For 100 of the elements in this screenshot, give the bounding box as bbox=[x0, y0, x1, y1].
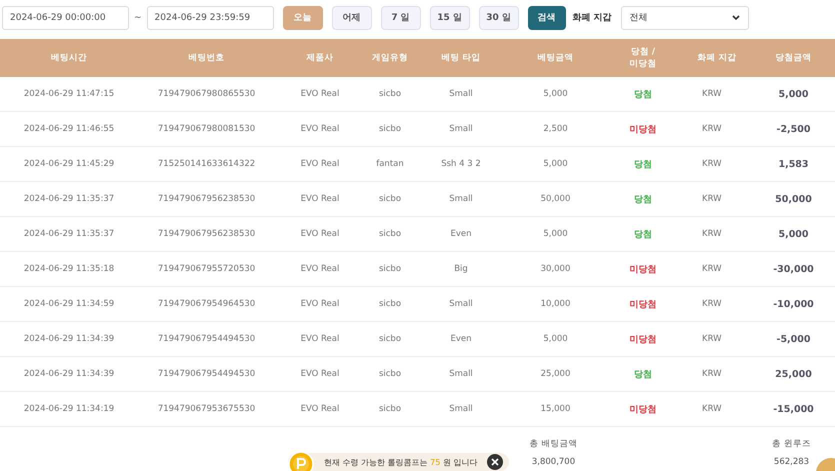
table-cell-text: KRW bbox=[701, 229, 723, 239]
column-header: 베팅시간 bbox=[50, 52, 88, 64]
table-cell-text: 5,000 bbox=[542, 89, 569, 99]
column-header: 베팅번호 bbox=[188, 52, 226, 64]
table-cell-text: 15,000 bbox=[540, 404, 572, 414]
column-header: 제품사 bbox=[306, 52, 334, 64]
table-cell-text: Small bbox=[448, 369, 474, 379]
table-cell-text: sicbo bbox=[378, 334, 402, 344]
total-winloss-value: 562,283 bbox=[774, 457, 810, 467]
end-date-field[interactable]: 2024-06-29 23:59:59 bbox=[146, 6, 274, 30]
table-cell-text: 1,583 bbox=[777, 158, 810, 170]
table-cell-text: 5,000 bbox=[542, 159, 569, 169]
table-cell-text: KRW bbox=[701, 194, 723, 204]
table-cell-text: 719479067980081530 bbox=[156, 124, 256, 134]
table-cell-text: Small bbox=[448, 404, 474, 414]
table-cell-text: Small bbox=[448, 124, 474, 134]
table-cell-text: EVO Real bbox=[300, 334, 340, 344]
table-cell-text: Even bbox=[449, 229, 473, 239]
result-status: 미당첨 bbox=[628, 264, 658, 276]
table-cell-text: -30,000 bbox=[772, 264, 815, 274]
table-cell-text: sicbo bbox=[378, 404, 402, 414]
date-separator: ~ bbox=[134, 12, 142, 22]
column-header: 당첨 / 미당첨 bbox=[628, 46, 658, 70]
table-cell-text: EVO Real bbox=[300, 194, 340, 204]
table-cell-text: 50,000 bbox=[774, 194, 813, 204]
table-cell-text: Even bbox=[449, 334, 473, 344]
table-cell-text: 2024-06-29 11:34:39 bbox=[22, 369, 116, 379]
table-cell-text: EVO Real bbox=[300, 299, 340, 309]
table-cell-text: 719479067980865530 bbox=[156, 89, 256, 99]
table-cell-text: 2024-06-29 11:47:15 bbox=[22, 89, 116, 99]
result-status: 당첨 bbox=[633, 194, 653, 206]
table-cell-text: 719479067956238530 bbox=[156, 229, 256, 239]
table-cell-text: 719479067953675530 bbox=[156, 404, 256, 414]
result-status: 미당첨 bbox=[628, 404, 658, 416]
table-cell-text: 50,000 bbox=[540, 194, 572, 204]
table-cell-text: 2024-06-29 11:34:59 bbox=[22, 299, 116, 309]
toast-message: 현재 수령 가능한 롤링콤프는 75 원 입니다 bbox=[324, 456, 478, 468]
table-cell-text: 2024-06-29 11:46:55 bbox=[22, 124, 116, 134]
table-cell-text: 2024-06-29 11:45:29 bbox=[22, 159, 116, 169]
column-header: 당첨금액 bbox=[774, 52, 812, 64]
table-cell-text: EVO Real bbox=[300, 159, 340, 169]
result-status: 당첨 bbox=[633, 88, 653, 100]
table-cell-text: KRW bbox=[701, 299, 723, 309]
table-cell-text: EVO Real bbox=[300, 89, 340, 99]
table-cell-text: 2024-06-29 11:34:19 bbox=[22, 404, 116, 414]
start-date-field[interactable]: 2024-06-29 00:00:00 bbox=[2, 6, 129, 30]
table-cell-text: EVO Real bbox=[300, 404, 340, 414]
table-cell-text: 2024-06-29 11:35:18 bbox=[22, 264, 116, 274]
table-cell-text: KRW bbox=[701, 334, 723, 344]
column-header: 베팅 타입 bbox=[440, 52, 482, 64]
result-status: 미당첨 bbox=[628, 334, 658, 346]
table-cell-text: 5,000 bbox=[777, 88, 810, 100]
total-winloss-label: 총 윈루즈 bbox=[772, 438, 811, 450]
result-status: 당첨 bbox=[633, 228, 653, 240]
table-cell-text: EVO Real bbox=[300, 124, 340, 134]
table-cell-text: KRW bbox=[701, 159, 723, 169]
table-cell-text: KRW bbox=[701, 264, 723, 274]
table-cell-text: sicbo bbox=[378, 229, 402, 239]
search-button[interactable]: 검색 bbox=[528, 6, 566, 30]
table-cell-text: Small bbox=[448, 299, 474, 309]
table-cell-text: 719479067956238530 bbox=[156, 194, 256, 204]
column-header: 화폐 지갑 bbox=[696, 52, 738, 64]
table-cell-text: 2024-06-29 11:35:37 bbox=[22, 229, 116, 239]
table-cell-text: -15,000 bbox=[772, 404, 815, 414]
total-bet-value: 3,800,700 bbox=[532, 457, 576, 467]
table-cell-text: Ssh 4 3 2 bbox=[440, 159, 482, 169]
date-range-button[interactable]: 어제 bbox=[332, 6, 372, 30]
result-status: 당첨 bbox=[633, 158, 653, 170]
result-status: 미당첨 bbox=[628, 298, 658, 310]
table-cell-text: sicbo bbox=[378, 264, 402, 274]
chevron-down-icon bbox=[732, 14, 740, 20]
table-cell-text: KRW bbox=[701, 404, 723, 414]
date-range-button[interactable]: 30 일 bbox=[478, 6, 519, 30]
date-range-button[interactable]: 15 일 bbox=[430, 6, 470, 30]
table-cell-text: 719479067954964530 bbox=[156, 299, 256, 309]
table-cell-text: 719479067954494530 bbox=[156, 369, 256, 379]
column-header: 베팅금액 bbox=[536, 52, 574, 64]
table-cell-text: 5,000 bbox=[542, 334, 569, 344]
table-cell-text: 30,000 bbox=[540, 264, 572, 274]
table-cell-text: -5,000 bbox=[776, 334, 812, 344]
close-button[interactable] bbox=[487, 454, 504, 470]
table-cell-text: 5,000 bbox=[777, 228, 810, 240]
table-cell-text: Small bbox=[448, 194, 474, 204]
currency-select[interactable]: 전체 bbox=[620, 6, 749, 30]
close-icon bbox=[491, 458, 500, 466]
table-cell-text: sicbo bbox=[378, 299, 402, 309]
table-cell-text: 2,500 bbox=[542, 124, 569, 134]
currency-label: 화폐 지갑 bbox=[572, 12, 612, 24]
table-cell-text: -10,000 bbox=[772, 298, 815, 310]
table-cell-text: sicbo bbox=[378, 369, 402, 379]
table-cell-text: KRW bbox=[701, 89, 723, 99]
table-cell-text: 2024-06-29 11:34:39 bbox=[22, 334, 116, 344]
table-cell-text: 25,000 bbox=[774, 368, 813, 380]
column-header: 게임유형 bbox=[371, 52, 409, 64]
table-cell-text: Small bbox=[448, 89, 474, 99]
table-cell-text: 719479067955720530 bbox=[156, 264, 256, 274]
table-cell-text: 5,000 bbox=[542, 229, 569, 239]
table-cell-text: EVO Real bbox=[300, 264, 340, 274]
date-range-button[interactable]: 7 일 bbox=[380, 6, 421, 30]
table-cell-text: EVO Real bbox=[300, 229, 340, 239]
